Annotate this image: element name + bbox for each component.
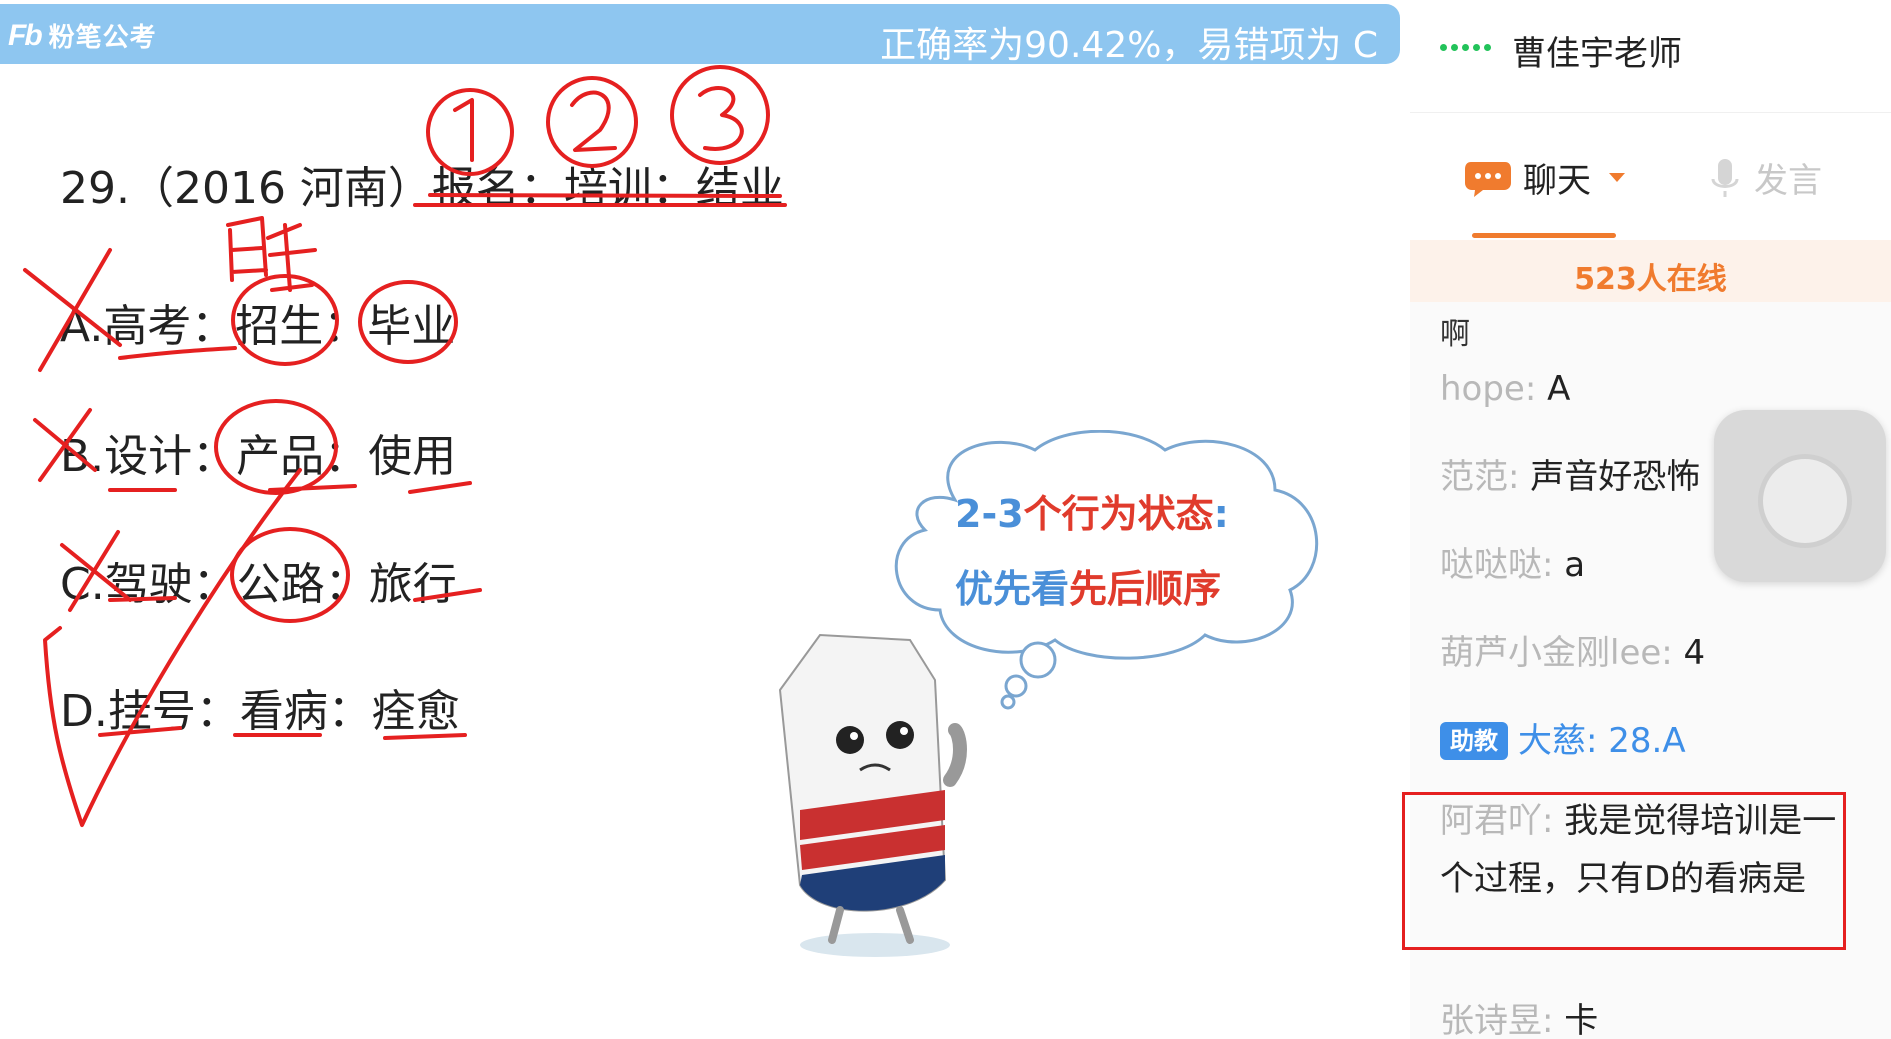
message-user: 葫芦小金刚lee: — [1440, 633, 1684, 673]
question-stem: 29.（2016 河南）报名：培训：结业 — [60, 163, 784, 214]
floating-assistive-button[interactable] — [1714, 410, 1886, 582]
tab-chat[interactable]: 聊天 — [1465, 153, 1625, 202]
bubble-line-2: 优先看先后顺序 — [955, 558, 1221, 613]
option-d: D.挂号：看病：痊愈 — [60, 686, 460, 737]
message-user: 范范: — [1440, 457, 1531, 497]
message-user: 大慈: — [1518, 721, 1609, 761]
option-c: C.驾驶：公路：旅行 — [60, 559, 457, 610]
chat-message: 啊 — [1440, 306, 1870, 364]
chat-message-assistant: 助教 大慈: 28.A — [1440, 712, 1870, 770]
message-text: A — [1547, 369, 1571, 409]
message-text: 卡 — [1564, 1001, 1599, 1039]
bubble-l2-b: 先后顺序 — [1069, 567, 1222, 611]
online-count-bar: 523人在线 — [1410, 240, 1891, 302]
bubble-line-1: 2-3个行为状态: — [955, 483, 1229, 538]
mascot-illustration — [778, 633, 967, 957]
bubble-l1-c: : — [1213, 492, 1229, 536]
brand-name: 粉笔公考 — [48, 23, 157, 53]
chat-message: 张诗昱: 卡 — [1440, 992, 1870, 1039]
message-text: 声音好恐怖 — [1530, 457, 1701, 497]
online-count: 523人在线 — [1574, 262, 1727, 297]
fenbi-logo-icon: Fb — [8, 18, 43, 52]
assistant-badge: 助教 — [1440, 722, 1508, 760]
message-text: 啊 — [1440, 317, 1470, 352]
tab-speak-label: 发言 — [1754, 161, 1822, 201]
option-b: B.设计：产品：使用 — [60, 431, 457, 482]
highlight-annotation-box — [1402, 792, 1846, 950]
bubble-l1-a: 2-3 — [955, 492, 1024, 536]
assistive-touch-icon — [1758, 454, 1852, 548]
teacher-header: 曹佳宇老师 — [1410, 0, 1891, 108]
accuracy-stat: 正确率为90.42%，易错项为 C — [880, 25, 1378, 66]
microphone-icon — [1711, 158, 1739, 197]
chat-bubble-icon — [1465, 161, 1511, 197]
lesson-slide: Fb 粉笔公考 正确率为90.42%，易错项为 C 29.（2016 河南）报名… — [0, 0, 1400, 1039]
signal-icon — [1440, 44, 1491, 51]
message-user: 张诗昱: — [1440, 1001, 1565, 1039]
chevron-down-icon — [1609, 173, 1625, 182]
option-a: A.高考：招生：毕业 — [60, 301, 456, 352]
message-text: 28.A — [1608, 721, 1686, 761]
assistant-message: 大慈: 28.A — [1518, 712, 1686, 770]
chat-message: 葫芦小金刚lee: 4 — [1440, 624, 1870, 682]
bubble-l1-b: 个行为状态 — [1023, 492, 1214, 536]
active-tab-indicator — [1472, 233, 1616, 238]
brand: Fb 粉笔公考 — [8, 17, 157, 54]
tab-speak[interactable]: 发言 — [1710, 153, 1822, 202]
tab-chat-label: 聊天 — [1523, 161, 1591, 201]
message-user: hope: — [1440, 369, 1548, 409]
bubble-l2-a: 优先看 — [955, 567, 1070, 611]
thought-dots — [1000, 641, 1057, 710]
message-text: a — [1564, 545, 1586, 585]
message-user: 哒哒哒: — [1440, 545, 1565, 585]
teacher-name: 曹佳宇老师 — [1512, 34, 1682, 74]
message-text: 4 — [1683, 633, 1706, 673]
panel-tabs: 聊天 发言 — [1410, 112, 1891, 241]
slide-header-bar: Fb 粉笔公考 正确率为90.42%，易错项为 C — [0, 4, 1400, 66]
